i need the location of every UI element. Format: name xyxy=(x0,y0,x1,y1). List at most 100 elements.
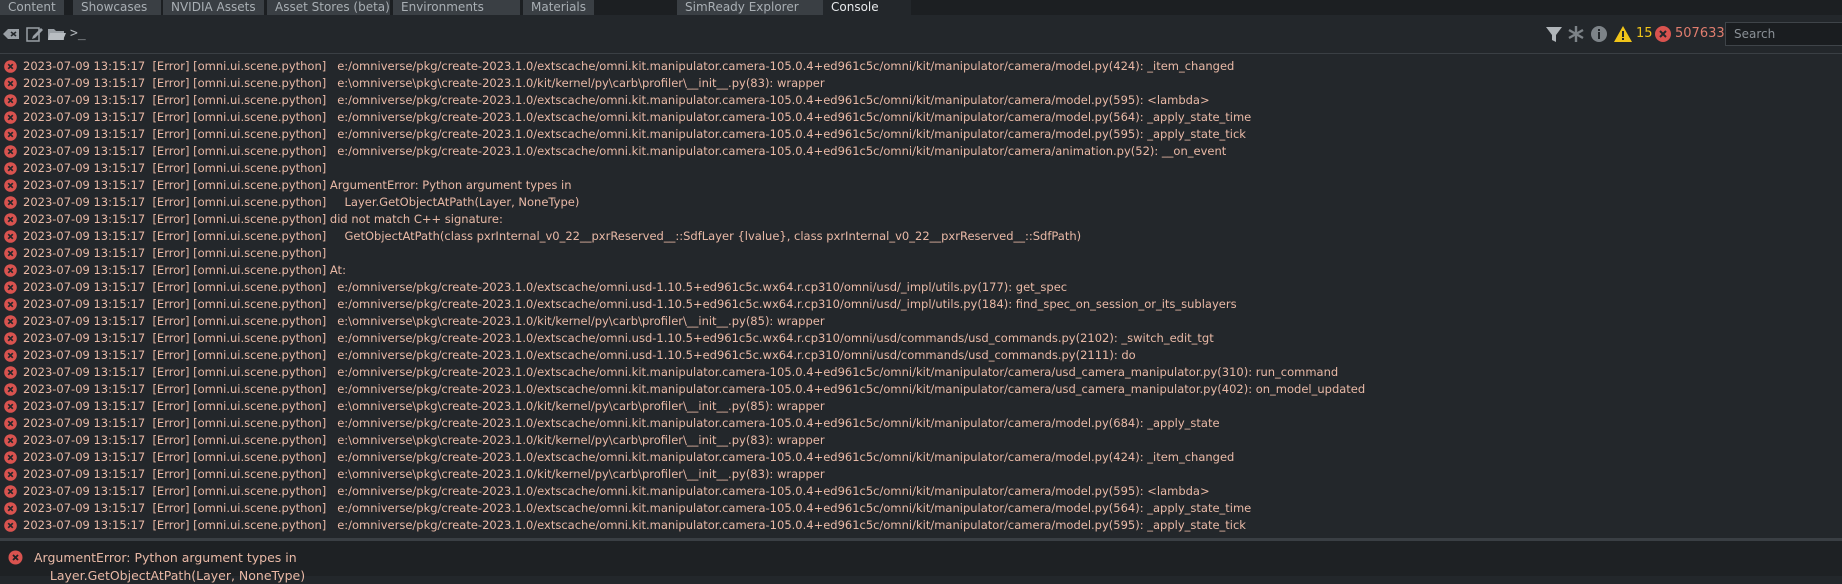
tab-showcases[interactable]: Showcases xyxy=(73,0,161,15)
log-row[interactable]: 2023-07-09 13:15:17 [Error] [omni.ui.sce… xyxy=(0,92,1842,109)
log-row[interactable]: 2023-07-09 13:15:17 [Error] [omni.ui.sce… xyxy=(0,228,1842,245)
log-text: 2023-07-09 13:15:17 [Error] [omni.ui.sce… xyxy=(23,127,1246,141)
log-text: 2023-07-09 13:15:17 [Error] [omni.ui.sce… xyxy=(23,518,1246,532)
log-row[interactable]: 2023-07-09 13:15:17 [Error] [omni.ui.sce… xyxy=(0,432,1842,449)
log-row[interactable]: 2023-07-09 13:15:17 [Error] [omni.ui.sce… xyxy=(0,313,1842,330)
error-icon xyxy=(4,366,17,379)
log-row[interactable]: 2023-07-09 13:15:17 [Error] [omni.ui.sce… xyxy=(0,364,1842,381)
log-text: 2023-07-09 13:15:17 [Error] [omni.ui.sce… xyxy=(23,110,1252,124)
error-icon xyxy=(4,298,17,311)
search-input[interactable] xyxy=(1725,22,1842,46)
log-text: 2023-07-09 13:15:17 [Error] [omni.ui.sce… xyxy=(23,314,825,328)
tab-nvidia-assets[interactable]: NVIDIA Assets xyxy=(163,0,264,15)
log-text: 2023-07-09 13:15:17 [Error] [omni.ui.sce… xyxy=(23,229,1082,243)
error-icon xyxy=(4,315,17,328)
log-row[interactable]: 2023-07-09 13:15:17 [Error] [omni.ui.sce… xyxy=(0,500,1842,517)
log-text: 2023-07-09 13:15:17 [Error] [omni.ui.sce… xyxy=(23,382,1366,396)
log-row[interactable]: 2023-07-09 13:15:17 [Error] [omni.ui.sce… xyxy=(0,415,1842,432)
verbose-icon[interactable] xyxy=(1567,24,1585,44)
log-text: 2023-07-09 13:15:17 [Error] [omni.ui.sce… xyxy=(23,297,1237,311)
log-row[interactable]: 2023-07-09 13:15:17 [Error] [omni.ui.sce… xyxy=(0,296,1842,313)
error-icon xyxy=(4,264,17,277)
log-row[interactable]: 2023-07-09 13:15:17 [Error] [omni.ui.sce… xyxy=(0,279,1842,296)
log-text: 2023-07-09 13:15:17 [Error] [omni.ui.sce… xyxy=(23,348,1136,362)
log-text: 2023-07-09 13:15:17 [Error] [omni.ui.sce… xyxy=(23,212,503,226)
tab-materials[interactable]: Materials xyxy=(523,0,594,15)
log-row[interactable]: 2023-07-09 13:15:17 [Error] [omni.ui.sce… xyxy=(0,330,1842,347)
error-icon[interactable] xyxy=(1654,24,1672,44)
log-row[interactable]: 2023-07-09 13:15:17 [Error] [omni.ui.sce… xyxy=(0,449,1842,466)
log-row[interactable]: 2023-07-09 13:15:17 [Error] [omni.ui.sce… xyxy=(0,347,1842,364)
log-row[interactable]: 2023-07-09 13:15:17 [Error] [omni.ui.sce… xyxy=(0,262,1842,279)
error-icon xyxy=(4,468,17,481)
log-row[interactable]: 2023-07-09 13:15:17 [Error] [omni.ui.sce… xyxy=(0,211,1842,228)
error-icon xyxy=(4,519,17,532)
log-text: 2023-07-09 13:15:17 [Error] [omni.ui.sce… xyxy=(23,246,327,260)
tab-simready-explorer[interactable]: SimReady Explorer xyxy=(677,0,831,15)
log-text: 2023-07-09 13:15:17 [Error] [omni.ui.sce… xyxy=(23,484,1210,498)
error-icon xyxy=(4,196,17,209)
log-text: 2023-07-09 13:15:17 [Error] [omni.ui.sce… xyxy=(23,365,1339,379)
log-text: 2023-07-09 13:15:17 [Error] [omni.ui.sce… xyxy=(23,416,1220,430)
info-icon[interactable] xyxy=(1590,24,1608,44)
log-text: 2023-07-09 13:15:17 [Error] [omni.ui.sce… xyxy=(23,501,1252,515)
log-text: 2023-07-09 13:15:17 [Error] [omni.ui.sce… xyxy=(23,467,825,481)
log-row[interactable]: 2023-07-09 13:15:17 [Error] [omni.ui.sce… xyxy=(0,398,1842,415)
tab-asset-stores[interactable]: Asset Stores (beta) xyxy=(267,0,390,15)
error-icon xyxy=(4,247,17,260)
error-icon xyxy=(4,145,17,158)
error-icon xyxy=(4,111,17,124)
error-icon xyxy=(4,230,17,243)
folder-icon[interactable] xyxy=(47,24,67,44)
log-text: 2023-07-09 13:15:17 [Error] [omni.ui.sce… xyxy=(23,263,346,277)
log-row[interactable]: 2023-07-09 13:15:17 [Error] [omni.ui.sce… xyxy=(0,58,1842,75)
log-row[interactable]: 2023-07-09 13:15:17 [Error] [omni.ui.sce… xyxy=(0,160,1842,177)
log-text: 2023-07-09 13:15:17 [Error] [omni.ui.sce… xyxy=(23,280,1068,294)
log-row[interactable]: 2023-07-09 13:15:17 [Error] [omni.ui.sce… xyxy=(0,381,1842,398)
log-text: 2023-07-09 13:15:17 [Error] [omni.ui.sce… xyxy=(23,433,825,447)
log-text: 2023-07-09 13:15:17 [Error] [omni.ui.sce… xyxy=(23,399,825,413)
warning-icon[interactable] xyxy=(1613,24,1633,44)
log-text: 2023-07-09 13:15:17 [Error] [omni.ui.sce… xyxy=(23,161,327,175)
error-icon xyxy=(4,400,17,413)
detail-message: ArgumentError: Python argument types in xyxy=(34,550,297,565)
log-row[interactable]: 2023-07-09 13:15:17 [Error] [omni.ui.sce… xyxy=(0,194,1842,211)
error-icon xyxy=(4,502,17,515)
error-icon xyxy=(4,94,17,107)
log-text: 2023-07-09 13:15:17 [Error] [omni.ui.sce… xyxy=(23,195,580,209)
log-row[interactable]: 2023-07-09 13:15:17 [Error] [omni.ui.sce… xyxy=(0,109,1842,126)
log-row[interactable]: 2023-07-09 13:15:17 [Error] [omni.ui.sce… xyxy=(0,245,1842,262)
log-row[interactable]: 2023-07-09 13:15:17 [Error] [omni.ui.sce… xyxy=(0,466,1842,483)
log-text: 2023-07-09 13:15:17 [Error] [omni.ui.sce… xyxy=(23,59,1235,73)
tab-console[interactable]: Console xyxy=(823,0,911,15)
log-row[interactable]: 2023-07-09 13:15:17 [Error] [omni.ui.sce… xyxy=(0,517,1842,534)
error-icon xyxy=(4,77,17,90)
log-text: 2023-07-09 13:15:17 [Error] [omni.ui.sce… xyxy=(23,450,1235,464)
log-text: 2023-07-09 13:15:17 [Error] [omni.ui.sce… xyxy=(23,76,825,90)
error-icon xyxy=(4,417,17,430)
command-prompt[interactable]: >_ xyxy=(70,23,86,45)
log-row[interactable]: 2023-07-09 13:15:17 [Error] [omni.ui.sce… xyxy=(0,143,1842,160)
log-row[interactable]: 2023-07-09 13:15:17 [Error] [omni.ui.sce… xyxy=(0,126,1842,143)
log-row[interactable]: 2023-07-09 13:15:17 [Error] [omni.ui.sce… xyxy=(0,75,1842,92)
detail-pane: ArgumentError: Python argument types in … xyxy=(0,541,1842,583)
log-text: 2023-07-09 13:15:17 [Error] [omni.ui.sce… xyxy=(23,93,1210,107)
error-icon xyxy=(4,60,17,73)
error-icon xyxy=(4,332,17,345)
warning-count: 15 xyxy=(1636,26,1653,41)
error-icon xyxy=(4,383,17,396)
clear-icon[interactable] xyxy=(2,24,22,44)
edit-icon[interactable] xyxy=(25,24,45,44)
log-text: 2023-07-09 13:15:17 [Error] [omni.ui.sce… xyxy=(23,144,1227,158)
filter-icon[interactable] xyxy=(1545,24,1563,44)
console-log[interactable]: 2023-07-09 13:15:17 [Error] [omni.ui.sce… xyxy=(0,58,1842,535)
error-icon xyxy=(4,128,17,141)
error-icon xyxy=(4,179,17,192)
tab-environments[interactable]: Environments xyxy=(393,0,520,15)
error-icon xyxy=(4,162,17,175)
error-icon xyxy=(4,451,17,464)
tab-content[interactable]: Content xyxy=(0,0,64,15)
log-text: 2023-07-09 13:15:17 [Error] [omni.ui.sce… xyxy=(23,331,1214,345)
log-row[interactable]: 2023-07-09 13:15:17 [Error] [omni.ui.sce… xyxy=(0,483,1842,500)
log-row[interactable]: 2023-07-09 13:15:17 [Error] [omni.ui.sce… xyxy=(0,177,1842,194)
